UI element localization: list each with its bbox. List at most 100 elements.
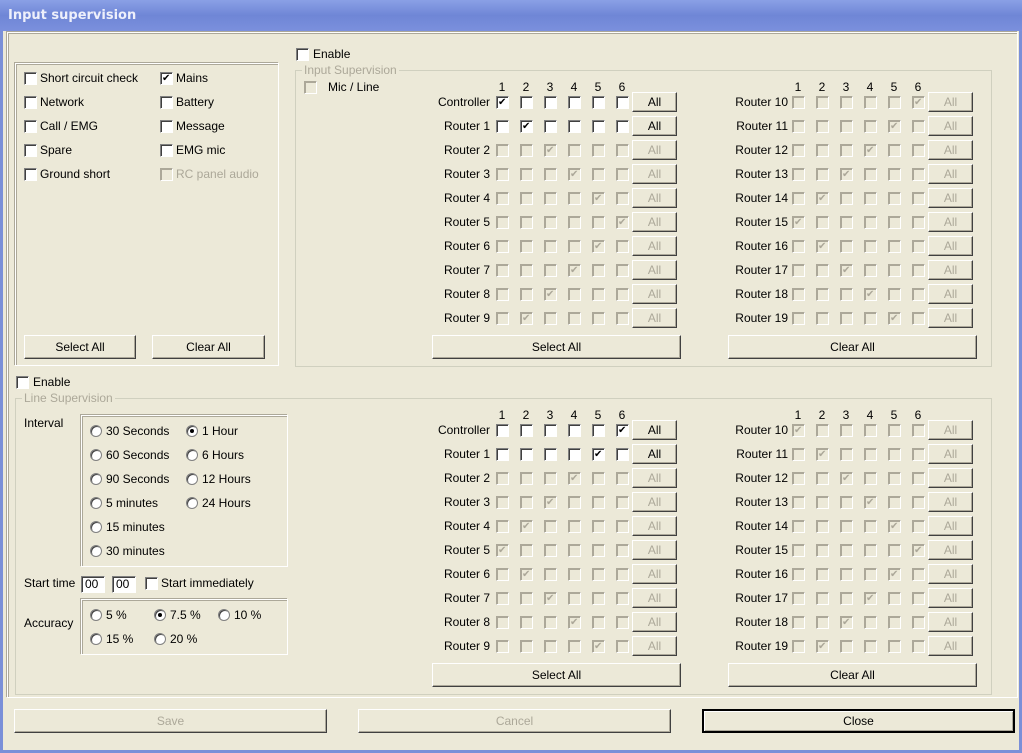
- alarms-clear-all-button[interactable]: Clear All: [152, 335, 265, 359]
- input-channel-checkbox[interactable]: [616, 96, 629, 109]
- line-select-all-button[interactable]: Select All: [432, 663, 681, 687]
- input-channel-checkbox[interactable]: [496, 120, 509, 133]
- line-clear-all-button[interactable]: Clear All: [728, 663, 977, 687]
- interval-option-label: 30 Seconds: [106, 424, 170, 438]
- input-channel-checkbox: [568, 240, 581, 253]
- line-row-all-button[interactable]: All: [632, 444, 677, 464]
- line-channel-checkbox[interactable]: [616, 448, 629, 461]
- input-channel-checkbox: [864, 168, 877, 181]
- input-clear-all-button[interactable]: Clear All: [728, 335, 977, 359]
- accuracy-radio[interactable]: [154, 609, 166, 621]
- input-channel-checkbox: [592, 288, 605, 301]
- alarms-select-all-button[interactable]: Select All: [24, 335, 136, 359]
- line-channel-checkbox[interactable]: [520, 448, 533, 461]
- line-row-all-button: All: [928, 444, 973, 464]
- line-row-all-button[interactable]: All: [632, 420, 677, 440]
- interval-radio[interactable]: [186, 449, 198, 461]
- input-supervision-enable-checkbox[interactable]: [296, 48, 309, 61]
- input-channel-checkbox[interactable]: [496, 96, 509, 109]
- line-channel-checkbox[interactable]: [568, 424, 581, 437]
- input-channel-checkbox[interactable]: [544, 120, 557, 133]
- input-channel-checkbox: [592, 192, 605, 205]
- alarm-checkbox[interactable]: [24, 96, 37, 109]
- line-channel-checkbox: [912, 496, 925, 509]
- input-channel-checkbox: [840, 192, 853, 205]
- interval-radio[interactable]: [186, 473, 198, 485]
- input-channel-checkbox[interactable]: [592, 120, 605, 133]
- cancel-button[interactable]: Cancel: [358, 709, 671, 733]
- line-channel-checkbox: [568, 544, 581, 557]
- interval-radio[interactable]: [90, 473, 102, 485]
- accuracy-radio[interactable]: [218, 609, 230, 621]
- line-channel-checkbox[interactable]: [592, 424, 605, 437]
- line-channel-checkbox: [616, 520, 629, 533]
- input-row-all-button[interactable]: All: [632, 116, 677, 136]
- input-channel-checkbox[interactable]: [592, 96, 605, 109]
- accuracy-radio[interactable]: [90, 633, 102, 645]
- line-channel-checkbox: [792, 592, 805, 605]
- line-channel-checkbox[interactable]: [616, 424, 629, 437]
- start-hour-input[interactable]: 00: [81, 576, 105, 593]
- start-immediately-label: Start immediately: [161, 576, 254, 590]
- line-channel-checkbox[interactable]: [592, 448, 605, 461]
- accuracy-option-label: 20 %: [170, 632, 198, 646]
- alarm-checkbox[interactable]: [160, 72, 173, 85]
- input-channel-checkbox: [544, 312, 557, 325]
- line-channel-checkbox: [864, 568, 877, 581]
- input-channel-checkbox[interactable]: [616, 120, 629, 133]
- input-channel-checkbox[interactable]: [520, 96, 533, 109]
- row-label: Router 16: [735, 567, 788, 581]
- input-channel-checkbox: [496, 144, 509, 157]
- alarm-checkbox[interactable]: [24, 120, 37, 133]
- line-channel-checkbox[interactable]: [568, 448, 581, 461]
- line-channel-checkbox: [568, 568, 581, 581]
- line-channel-checkbox: [888, 544, 901, 557]
- interval-radio[interactable]: [90, 425, 102, 437]
- input-channel-checkbox[interactable]: [568, 96, 581, 109]
- interval-radio[interactable]: [90, 521, 102, 533]
- close-button[interactable]: Close: [702, 709, 1015, 733]
- alarm-checkbox[interactable]: [160, 120, 173, 133]
- row-label: Router 7: [443, 591, 490, 605]
- interval-radio[interactable]: [186, 497, 198, 509]
- interval-radio[interactable]: [90, 497, 102, 509]
- line-channel-checkbox[interactable]: [544, 424, 557, 437]
- alarm-checkbox[interactable]: [24, 72, 37, 85]
- start-minute-input[interactable]: 00: [112, 576, 136, 593]
- accuracy-option-label: 7.5 %: [170, 608, 201, 622]
- save-button[interactable]: Save: [14, 709, 327, 733]
- accuracy-radio[interactable]: [154, 633, 166, 645]
- alarm-checkbox[interactable]: [24, 168, 37, 181]
- mic-line-checkbox[interactable]: [304, 81, 317, 94]
- line-channel-checkbox: [912, 424, 925, 437]
- input-channel-checkbox: [888, 144, 901, 157]
- alarm-checkbox[interactable]: [160, 144, 173, 157]
- interval-radio[interactable]: [90, 449, 102, 461]
- input-channel-checkbox[interactable]: [544, 96, 557, 109]
- line-channel-checkbox[interactable]: [544, 448, 557, 461]
- line-channel-checkbox[interactable]: [520, 424, 533, 437]
- line-channel-checkbox: [888, 472, 901, 485]
- input-select-all-button[interactable]: Select All: [432, 335, 681, 359]
- start-immediately-checkbox[interactable]: [145, 577, 158, 590]
- line-channel-checkbox: [520, 640, 533, 653]
- input-channel-checkbox[interactable]: [568, 120, 581, 133]
- input-channel-checkbox[interactable]: [520, 120, 533, 133]
- interval-option-label: 24 Hours: [202, 496, 251, 510]
- interval-option-label: 5 minutes: [106, 496, 159, 510]
- line-channel-checkbox[interactable]: [496, 448, 509, 461]
- line-channel-checkbox: [840, 496, 853, 509]
- line-channel-checkbox: [792, 544, 805, 557]
- line-channel-checkbox: [816, 424, 829, 437]
- input-row-all-button: All: [928, 236, 973, 256]
- alarm-checkbox[interactable]: [160, 96, 173, 109]
- line-channel-checkbox[interactable]: [496, 424, 509, 437]
- input-channel-checkbox: [840, 144, 853, 157]
- alarm-checkbox[interactable]: [24, 144, 37, 157]
- interval-radio[interactable]: [186, 425, 198, 437]
- accuracy-radio[interactable]: [90, 609, 102, 621]
- input-row-all-button[interactable]: All: [632, 92, 677, 112]
- line-channel-checkbox: [520, 520, 533, 533]
- line-supervision-enable-checkbox[interactable]: [16, 376, 29, 389]
- interval-radio[interactable]: [90, 545, 102, 557]
